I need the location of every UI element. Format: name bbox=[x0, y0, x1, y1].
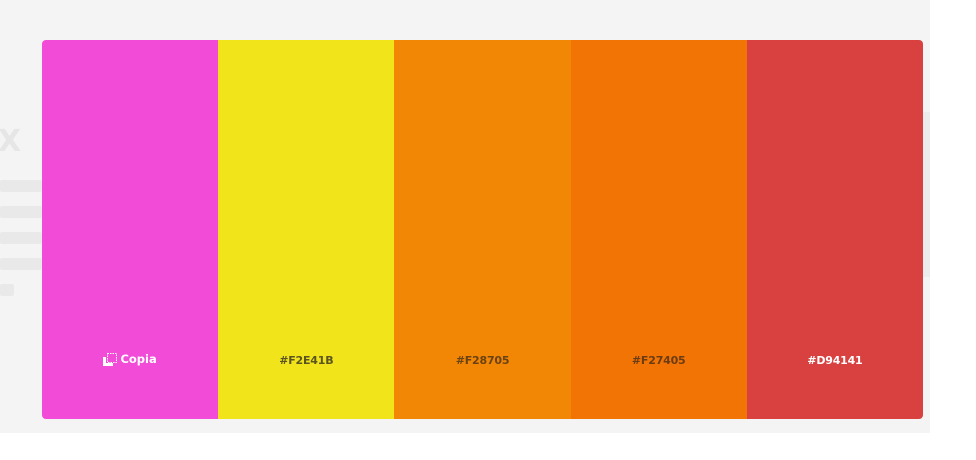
color-palette: Copia #F2E41B #F28705 #F27405 #D94141 bbox=[42, 40, 923, 419]
background-text-panel: X bbox=[0, 108, 42, 318]
background-text-line bbox=[0, 180, 42, 192]
copy-label: Copia bbox=[120, 352, 157, 366]
copy-icon bbox=[103, 352, 118, 366]
background-heading: X bbox=[0, 124, 22, 159]
color-swatch-5[interactable]: #D94141 bbox=[746, 40, 923, 419]
color-swatch-4[interactable]: #F27405 bbox=[570, 40, 747, 419]
background-text-line bbox=[0, 258, 42, 270]
color-swatch-3[interactable]: #F28705 bbox=[394, 40, 571, 419]
background-side-strip bbox=[923, 112, 930, 277]
color-swatch-2[interactable]: #F2E41B bbox=[218, 40, 395, 419]
page: X Copia #F2E41B #F28705 #F27405 #D94141 bbox=[0, 0, 976, 460]
color-hex-label: #F2E41B bbox=[279, 354, 334, 367]
color-hex-label: #F27405 bbox=[631, 354, 686, 367]
background-text-line bbox=[0, 232, 42, 244]
color-hex-label: #D94141 bbox=[807, 354, 863, 367]
background-text-line bbox=[0, 206, 42, 218]
color-swatch-1[interactable]: Copia bbox=[42, 40, 219, 419]
color-hex-label: #F28705 bbox=[455, 354, 510, 367]
copy-button[interactable]: Copia bbox=[42, 352, 218, 366]
background-text-line bbox=[0, 284, 14, 296]
